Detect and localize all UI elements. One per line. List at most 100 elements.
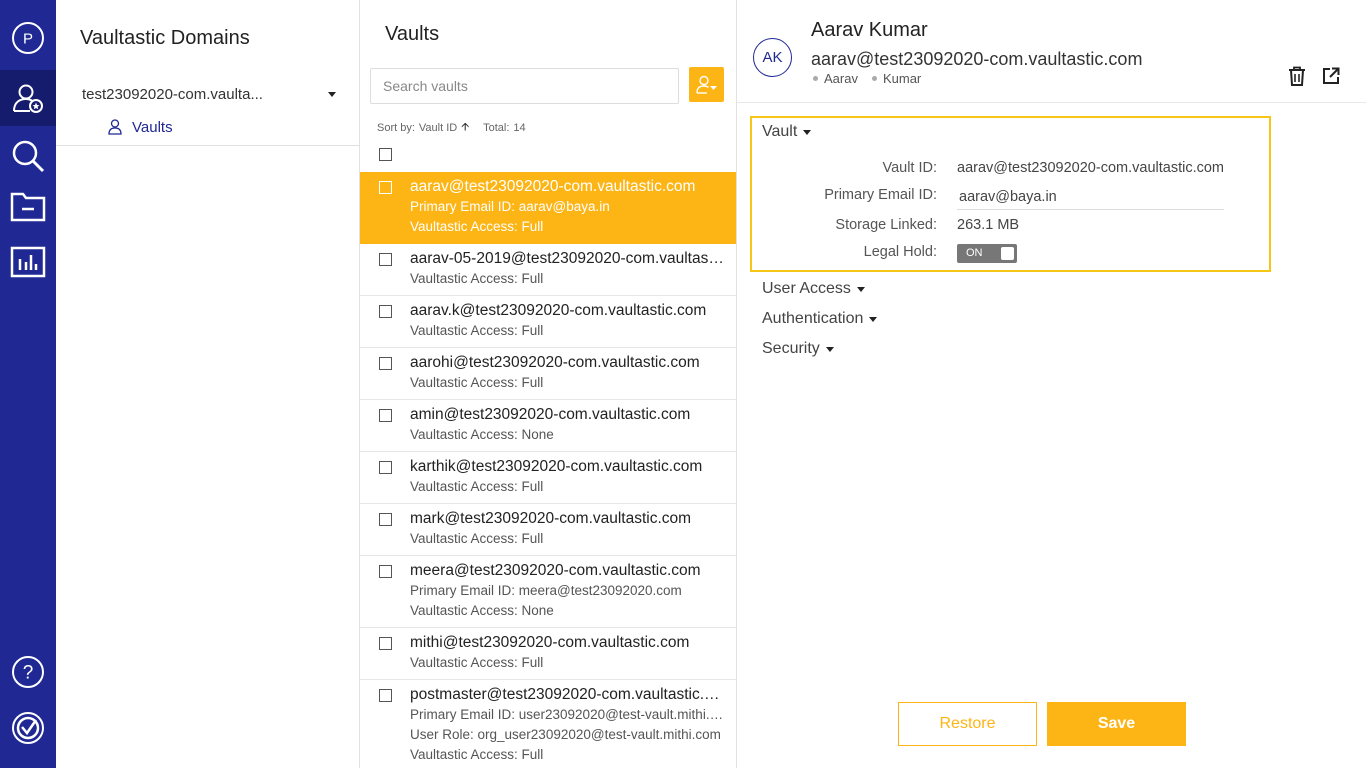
sort-field[interactable]: Vault ID xyxy=(419,122,457,134)
open-external-icon[interactable] xyxy=(1322,67,1340,90)
vault-id: mithi@test23092020-com.vaultastic.com xyxy=(410,634,690,651)
restore-button[interactable]: Restore xyxy=(898,702,1037,746)
section-vault-label: Vault xyxy=(762,123,798,140)
row-checkbox[interactable] xyxy=(379,689,392,702)
vault-list: aarav@test23092020-com.vaultastic.com Pr… xyxy=(360,172,736,768)
vault-access: Vaultastic Access: Full xyxy=(410,375,544,390)
vault-primary-email: Primary Email ID: aarav@baya.in xyxy=(410,199,610,214)
folder-icon[interactable] xyxy=(0,178,56,234)
vault-id: aarav-05-2019@test23092020-com.vaultasti… xyxy=(410,250,726,267)
chevron-down-icon[interactable] xyxy=(328,91,336,97)
primary-email-field[interactable] xyxy=(957,184,1224,210)
sort-label: Sort by: xyxy=(377,121,415,134)
last-name: Kumar xyxy=(882,71,922,86)
vault-access: Vaultastic Access: Full xyxy=(410,219,544,234)
legal-hold-toggle[interactable]: ON xyxy=(957,244,1017,263)
divider xyxy=(737,102,1366,103)
section-vault-toggle[interactable]: Vault xyxy=(762,123,812,141)
vault-access: Vaultastic Access: None xyxy=(410,603,554,618)
vault-list-item[interactable]: aarav-05-2019@test23092020-com.vaultasti… xyxy=(360,244,736,296)
vault-access: Vaultastic Access: None xyxy=(410,427,554,442)
vault-list-item[interactable]: mithi@test23092020-com.vaultastic.com Va… xyxy=(360,628,736,680)
select-all-checkbox[interactable] xyxy=(379,148,392,161)
vault-id: karthik@test23092020-com.vaultastic.com xyxy=(410,458,703,475)
vault-access: Vaultastic Access: Full xyxy=(410,479,544,494)
section-authentication-toggle[interactable]: Authentication xyxy=(762,310,878,328)
vault-list-item[interactable]: aarav.k@test23092020-com.vaultastic.com … xyxy=(360,296,736,348)
sort-ascending-icon[interactable]: 🡩 xyxy=(461,118,469,137)
bullet xyxy=(813,76,818,81)
vault-primary-email: Primary Email ID: user23092020@test-vaul… xyxy=(410,707,726,722)
domain-name: test23092020-com.vaulta... xyxy=(82,85,263,103)
vault-list-item[interactable]: mark@test23092020-com.vaultastic.com Vau… xyxy=(360,504,736,556)
vault-list-item[interactable]: postmaster@test23092020-com.vaultastic.c… xyxy=(360,680,736,768)
user-email: aarav@test23092020-com.vaultastic.com xyxy=(811,49,1143,69)
vault-id-label: Vault ID: xyxy=(882,160,937,176)
vault-id: meera@test23092020-com.vaultastic.com xyxy=(410,562,701,579)
row-checkbox[interactable] xyxy=(379,565,392,578)
vault-list-item[interactable]: meera@test23092020-com.vaultastic.com Pr… xyxy=(360,556,736,628)
storage-linked-label: Storage Linked: xyxy=(835,217,937,233)
user-vault-icon[interactable] xyxy=(0,70,56,126)
row-checkbox[interactable] xyxy=(379,357,392,370)
domain-nav-vaults[interactable]: Vaults xyxy=(108,117,173,137)
vault-detail-panel: AK Aarav Kumar aarav@test23092020-com.va… xyxy=(737,0,1366,768)
vault-list-item[interactable]: amin@test23092020-com.vaultastic.com Vau… xyxy=(360,400,736,452)
row-checkbox[interactable] xyxy=(379,253,392,266)
vault-access: Vaultastic Access: Full xyxy=(410,655,544,670)
first-name: Aarav xyxy=(824,71,858,86)
vault-access: Vaultastic Access: Full xyxy=(410,531,544,546)
user-icon xyxy=(108,119,122,135)
divider xyxy=(56,145,360,146)
left-nav-rail: P ? xyxy=(0,0,56,768)
row-checkbox[interactable] xyxy=(379,461,392,474)
vault-list-item[interactable]: karthik@test23092020-com.vaultastic.com … xyxy=(360,452,736,504)
vault-id: aarav.k@test23092020-com.vaultastic.com xyxy=(410,302,707,319)
row-checkbox[interactable] xyxy=(379,181,392,194)
help-icon[interactable]: ? xyxy=(0,644,56,700)
profile-icon[interactable]: P xyxy=(0,10,56,66)
user-name-parts: Aarav Kumar xyxy=(811,71,921,86)
domains-panel-title: Vaultastic Domains xyxy=(80,27,250,49)
row-checkbox[interactable] xyxy=(379,409,392,422)
vault-id: postmaster@test23092020-com.vaultastic.c… xyxy=(410,686,726,703)
add-user-icon xyxy=(695,75,717,94)
svg-text:P: P xyxy=(23,31,33,48)
vaults-panel: Vaults Sort by: Vault ID 🡩 Total: 14 aar… xyxy=(360,0,737,768)
vault-id: aarav@test23092020-com.vaultastic.com xyxy=(410,178,696,195)
vault-user-role: User Role: org_user23092020@test-vault.m… xyxy=(410,727,721,742)
vault-id: amin@test23092020-com.vaultastic.com xyxy=(410,406,691,423)
reports-icon[interactable] xyxy=(0,234,56,290)
vaults-panel-title: Vaults xyxy=(385,23,440,45)
vault-id-value: aarav@test23092020-com.vaultastic.com xyxy=(957,160,1224,176)
vault-list-item[interactable]: aarohi@test23092020-com.vaultastic.com V… xyxy=(360,348,736,400)
vault-access: Vaultastic Access: Full xyxy=(410,271,544,286)
delete-icon[interactable] xyxy=(1288,66,1306,91)
save-button[interactable]: Save xyxy=(1047,702,1186,746)
toggle-knob xyxy=(1001,247,1014,260)
search-vaults-input[interactable] xyxy=(370,68,679,104)
brand-logo-icon[interactable] xyxy=(0,700,56,756)
add-vault-button[interactable] xyxy=(689,67,724,102)
vault-primary-email: Primary Email ID: meera@test23092020.com xyxy=(410,583,682,598)
caret-down-icon xyxy=(825,346,834,352)
total-label: Total: xyxy=(483,121,510,134)
vault-list-item[interactable]: aarav@test23092020-com.vaultastic.com Pr… xyxy=(360,172,736,244)
bullet xyxy=(871,76,877,81)
row-checkbox[interactable] xyxy=(379,305,392,318)
section-user-access-label: User Access xyxy=(762,280,851,297)
user-name: Aarav Kumar xyxy=(811,19,928,41)
section-security-toggle[interactable]: Security xyxy=(762,340,834,358)
row-checkbox[interactable] xyxy=(379,637,392,650)
search-icon[interactable] xyxy=(0,128,56,184)
domain-selector[interactable]: test23092020-com.vaulta... xyxy=(82,84,336,104)
row-checkbox[interactable] xyxy=(379,513,392,526)
svg-text:?: ? xyxy=(23,663,34,684)
domains-panel: Vaultastic Domains test23092020-com.vaul… xyxy=(56,0,360,768)
vault-id: mark@test23092020-com.vaultastic.com xyxy=(410,510,692,527)
section-user-access-toggle[interactable]: User Access xyxy=(762,280,865,298)
section-security-label: Security xyxy=(762,340,820,357)
toggle-state: ON xyxy=(966,247,983,259)
section-authentication-label: Authentication xyxy=(762,310,864,327)
caret-down-icon xyxy=(869,316,878,322)
